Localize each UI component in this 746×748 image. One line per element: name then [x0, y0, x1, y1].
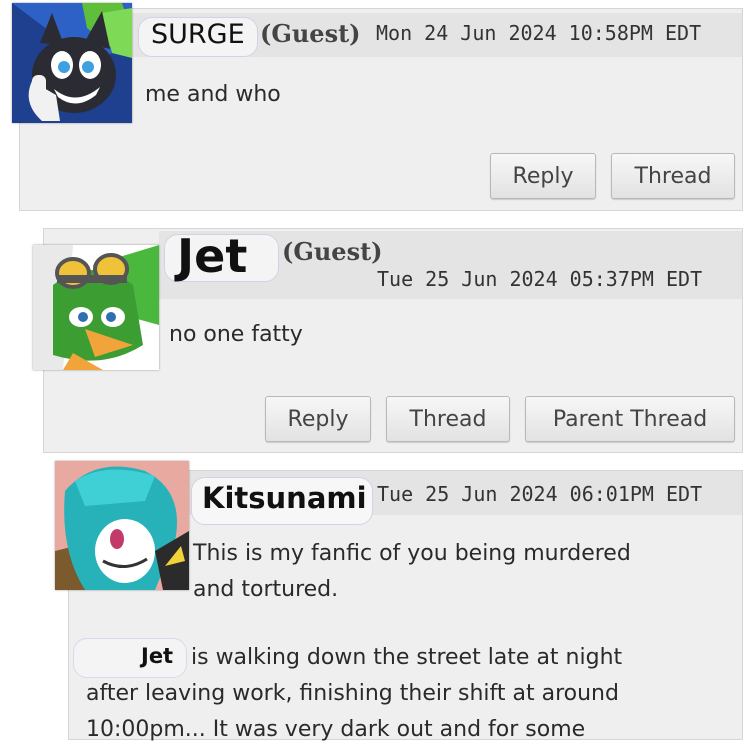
- comment-body: me and who: [145, 82, 281, 107]
- author-name[interactable]: Kitsunami: [202, 481, 367, 515]
- comment-date: Tue 25 Jun 2024 06:01PM EDT: [377, 482, 703, 506]
- jet-avatar-icon[interactable]: [33, 245, 159, 370]
- comment-date: Mon 24 Jun 2024 10:58PM EDT: [376, 21, 702, 45]
- parent-thread-button[interactable]: Parent Thread: [525, 396, 735, 442]
- thread-button[interactable]: Thread: [611, 153, 735, 199]
- kitsunami-avatar-icon: [55, 461, 189, 590]
- author-name[interactable]: SURGE: [151, 19, 245, 50]
- story-line-2: after leaving work, finishing their shif…: [86, 681, 619, 706]
- comment-body: no one fatty: [169, 322, 303, 347]
- jet-avatar-icon: [33, 245, 159, 370]
- story-line-1: is walking down the street late at night: [191, 645, 623, 670]
- comment-body-line-2: and tortured.: [193, 577, 339, 602]
- comment-date: Tue 25 Jun 2024 05:37PM EDT: [377, 267, 703, 291]
- reply-button[interactable]: Reply: [265, 396, 371, 442]
- kitsunami-avatar-icon[interactable]: [55, 461, 189, 590]
- thread-button[interactable]: Thread: [386, 396, 510, 442]
- author-name[interactable]: Jet: [177, 229, 247, 283]
- guest-label: (Guest): [282, 237, 383, 266]
- reply-button[interactable]: Reply: [490, 153, 596, 199]
- surge-avatar-icon: [12, 3, 132, 123]
- guest-label: (Guest): [260, 19, 361, 48]
- surge-avatar-icon[interactable]: [12, 3, 132, 123]
- comment-body-line-1: This is my fanfic of you being murdered: [193, 541, 631, 566]
- mention-name[interactable]: Jet: [141, 644, 173, 668]
